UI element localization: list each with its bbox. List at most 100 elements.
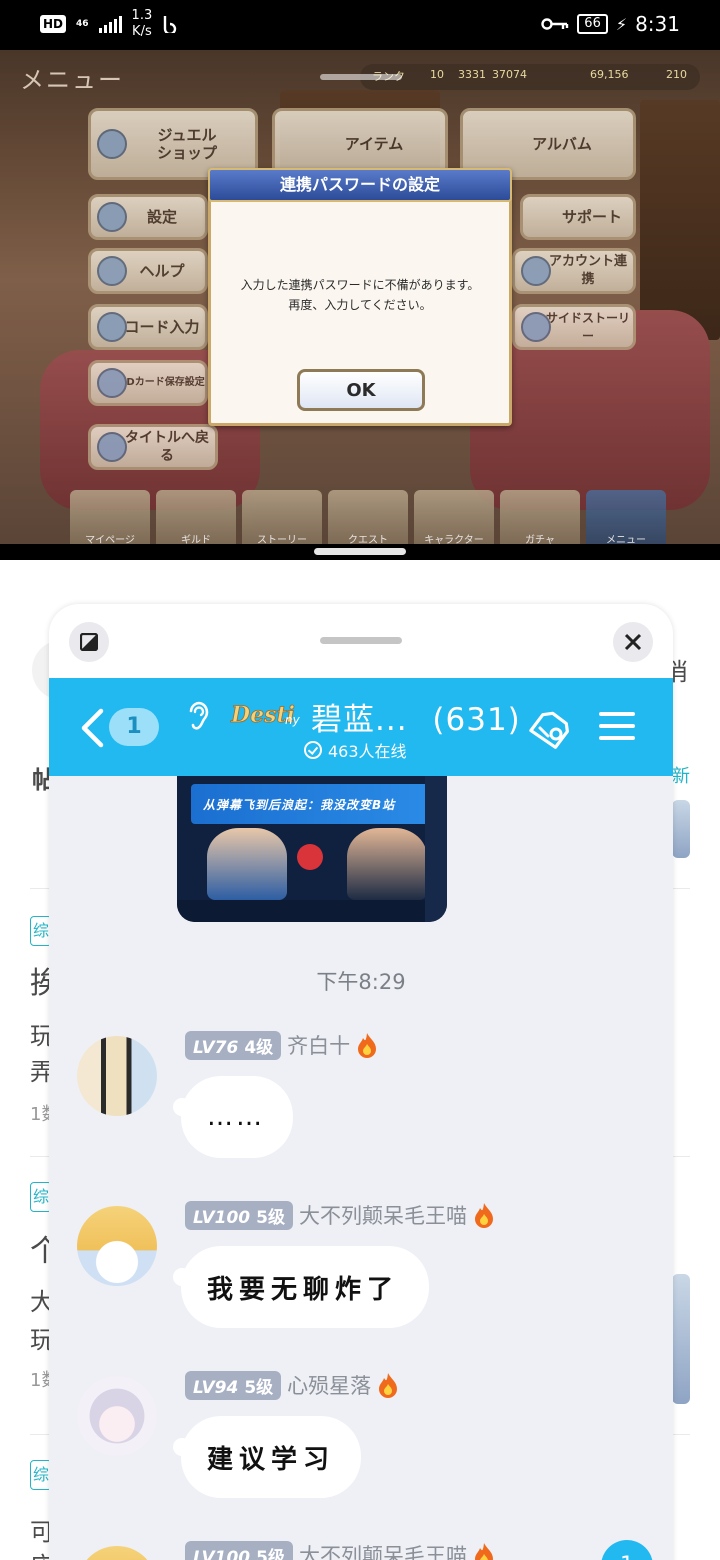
level-value: LV94 xyxy=(193,1377,239,1398)
chat-window-titlebar xyxy=(49,604,673,678)
tab-guild[interactable]: ギルド xyxy=(156,490,236,550)
group-name: 碧蓝... xyxy=(311,702,408,738)
bg-thumbnail-1 xyxy=(672,800,690,858)
svg-text:ny: ny xyxy=(285,713,301,727)
group-logo-icon: Desti ny xyxy=(230,702,301,729)
side-story-button[interactable]: サイドストーリー xyxy=(512,304,636,350)
avatar[interactable] xyxy=(77,1376,157,1456)
tab-quest[interactable]: クエスト xyxy=(328,490,408,550)
message-bubble[interactable]: 建议学习 xyxy=(173,1416,361,1498)
flame-icon xyxy=(474,1203,493,1228)
return-icon xyxy=(97,432,127,462)
account-icon xyxy=(521,256,551,286)
dialog-message-line1: 入力した連携パスワードに不備があります。 xyxy=(240,278,480,292)
group-title[interactable]: 碧蓝... (631) xyxy=(311,694,521,739)
level-badge: LV94 5级 xyxy=(185,1370,282,1400)
grade-value: 5级 xyxy=(256,1547,285,1560)
sd-card-button[interactable]: SDカード保存設定 xyxy=(88,360,208,406)
username[interactable]: 大不列颠呆毛王喵 xyxy=(299,1540,467,1560)
bg-thumbnail-2 xyxy=(672,1274,690,1404)
sd-card-icon xyxy=(97,368,127,398)
stat-jewel: 210 xyxy=(666,68,687,81)
level-badge: LV100 5级 xyxy=(185,1540,293,1560)
unread-count-badge[interactable]: 1 xyxy=(109,708,159,746)
tab-story[interactable]: ストーリー xyxy=(242,490,322,550)
username[interactable]: 齐白十 xyxy=(287,1030,350,1060)
floating-chat-window: 1 Desti ny 碧蓝... (631) 463人在线 从弹幕飞到后浪起：我… xyxy=(49,604,673,1560)
stat-level: 10 xyxy=(430,68,444,81)
item-label: アイテム xyxy=(344,135,404,153)
collapse-icon xyxy=(80,633,98,651)
group-tag-icon[interactable] xyxy=(525,708,573,752)
image-person-left xyxy=(207,828,287,900)
member-count: (631) xyxy=(432,702,521,738)
back-chevron-icon[interactable] xyxy=(79,708,105,748)
tab-menu[interactable]: メニュー xyxy=(586,490,666,550)
online-check-icon xyxy=(304,741,322,759)
new-message-badge[interactable]: 1 xyxy=(601,1540,653,1560)
game-menu-title: メニュー xyxy=(20,66,124,94)
message-meta: LV100 5级 大不列颠呆毛王喵 xyxy=(185,1200,495,1230)
image-banner: 从弹幕飞到后浪起：我没改变B站 xyxy=(191,784,429,824)
help-icon xyxy=(97,256,127,286)
username[interactable]: 心殒星落 xyxy=(287,1370,371,1400)
flame-icon xyxy=(474,1543,493,1560)
message-meta: LV94 5级 心殒星落 xyxy=(185,1370,399,1400)
jewel-shop-label: ジュエル ショップ xyxy=(156,126,217,162)
level-value: LV76 xyxy=(193,1037,239,1058)
image-caption: 从弹幕飞到后浪起：我没改变B站 xyxy=(203,798,396,812)
code-input-button[interactable]: コード入力 xyxy=(88,304,208,350)
back-to-title-button[interactable]: タイトルへ戻る xyxy=(88,424,218,470)
help-button[interactable]: ヘルプ xyxy=(88,248,208,294)
close-window-button[interactable] xyxy=(613,622,653,662)
window-pull-handle[interactable] xyxy=(320,74,402,80)
ok-button[interactable]: OK xyxy=(297,369,425,411)
hd-voice-icon: HD xyxy=(40,15,67,33)
message-bubble[interactable]: …… xyxy=(173,1076,293,1158)
clock: 8:31 xyxy=(635,12,680,36)
stat-exp: 37074 xyxy=(492,68,527,81)
time-separator: 下午8:29 xyxy=(316,970,406,994)
message-bubble[interactable]: 我要无聊炸了 xyxy=(173,1246,429,1328)
grade-value: 5级 xyxy=(256,1207,285,1228)
tab-gacha[interactable]: ガチャ xyxy=(500,490,580,550)
online-count: 463人在线 xyxy=(328,742,407,761)
network-speed: 1.3 K/s xyxy=(132,8,153,40)
chat-shared-image[interactable]: 从弹幕飞到后浪起：我没改变B站 xyxy=(177,776,447,922)
grade-value: 5级 xyxy=(244,1377,274,1398)
app-notification-icon xyxy=(164,16,177,33)
bg-new-fragment: 新 xyxy=(672,766,690,787)
speed-value: 1.3 xyxy=(131,8,153,23)
image-toolbar xyxy=(177,900,425,922)
ear-mode-icon[interactable] xyxy=(185,698,213,732)
jewel-icon xyxy=(97,129,127,159)
link-password-dialog: 連携パスワードの設定 入力した連携パスワードに不備があります。 再度、入力してく… xyxy=(208,168,512,426)
username[interactable]: 大不列颠呆毛王喵 xyxy=(299,1200,467,1230)
message-meta: LV100 5级 大不列颠呆毛王喵 xyxy=(185,1540,495,1560)
minimize-window-button[interactable] xyxy=(69,622,109,662)
support-button[interactable]: サポート xyxy=(520,194,636,240)
menu-icon[interactable] xyxy=(599,712,635,744)
flame-icon xyxy=(358,1033,377,1058)
network-type: 46 xyxy=(76,18,89,29)
settings-button[interactable]: 設定 xyxy=(88,194,208,240)
gear-icon xyxy=(97,202,127,232)
split-drag-handle[interactable] xyxy=(314,548,406,555)
level-value: LV100 xyxy=(193,1547,251,1560)
chat-header: 1 Desti ny 碧蓝... (631) 463人在线 xyxy=(49,678,673,776)
close-icon xyxy=(624,633,642,651)
avatar[interactable] xyxy=(77,1036,157,1116)
signal-icon xyxy=(98,15,122,33)
chat-drag-handle[interactable] xyxy=(320,637,402,644)
game-top-stats: ランク 10 3331 37074 69,156 210 xyxy=(360,64,700,90)
settings-label: 設定 xyxy=(146,208,177,226)
tab-mypage[interactable]: マイページ xyxy=(70,490,150,550)
avatar[interactable] xyxy=(77,1206,157,1286)
level-value: LV100 xyxy=(193,1207,251,1228)
image-logo-badge xyxy=(297,844,323,870)
avatar[interactable] xyxy=(77,1546,157,1560)
support-label: サポート xyxy=(561,208,622,226)
tab-character[interactable]: キャラクター xyxy=(414,490,494,550)
account-link-button[interactable]: アカウント連携 xyxy=(512,248,636,294)
vpn-key-icon xyxy=(541,18,569,30)
